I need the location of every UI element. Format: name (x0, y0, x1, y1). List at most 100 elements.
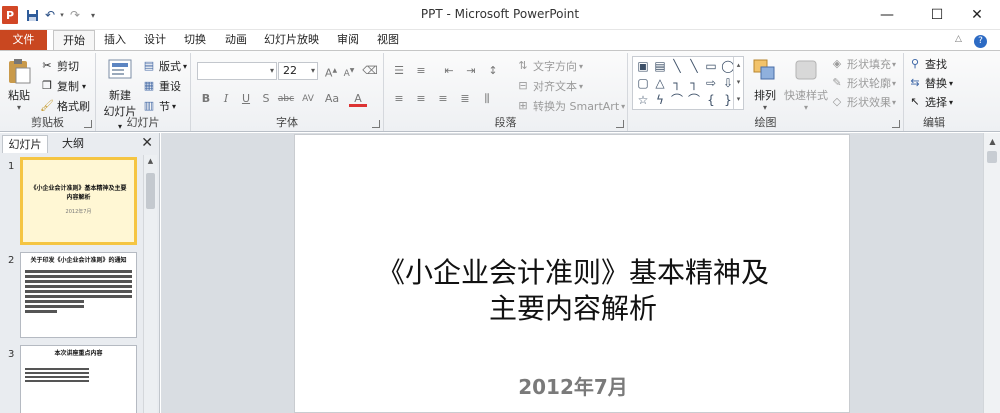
shape-fill-button[interactable]: ◈ 形状填充 ▾ (830, 56, 896, 72)
increase-indent-icon[interactable]: ⇥ (462, 63, 480, 79)
elbow-arrow-shape-icon[interactable]: ┐ (686, 75, 702, 91)
line2-shape-icon[interactable]: ╲ (686, 58, 702, 74)
find-button[interactable]: ⚲ 查找 (908, 56, 947, 72)
tab-file[interactable]: 文件 (0, 30, 47, 50)
shapes-gallery[interactable]: ▣ ▤ ╲ ╲ ▭ ◯ ▢ △ ┐ ┐ ⇨ ⇩ ☆ ϟ ⌒ ⌒ { } ▴ ▾ ▾ (632, 56, 744, 110)
scrollbar-thumb[interactable] (987, 151, 997, 163)
tab-insert[interactable]: 插入 (95, 30, 135, 50)
numbering-icon[interactable]: ≡ (412, 63, 430, 79)
line-shape-icon[interactable]: ╲ (669, 58, 685, 74)
ribbon-tabs: 文件 开始 插入 设计 切换 动画 幻灯片放映 审阅 视图 △ ? (0, 30, 1000, 51)
paste-button[interactable]: 粘贴 ▾ (3, 57, 35, 112)
shape-effects-button[interactable]: ◇ 形状效果 ▾ (830, 94, 896, 110)
shapes-gallery-scroll[interactable]: ▴ ▾ ▾ (733, 57, 743, 109)
slide-thumbnail-3[interactable]: 本次讲座重点内容 (20, 345, 137, 413)
slide-subtitle[interactable]: 2012年7月 (295, 371, 851, 400)
tab-transitions[interactable]: 切换 (175, 30, 215, 50)
tab-outline-panel[interactable]: 大纲 (50, 135, 96, 153)
scrollbar-thumb[interactable] (146, 173, 155, 209)
font-launcher-icon[interactable] (372, 120, 380, 128)
align-text-button[interactable]: ⊟ 对齐文本 ▾ (516, 78, 583, 94)
italic-button[interactable]: I (217, 91, 235, 107)
help-icon[interactable]: ? (965, 30, 996, 50)
star-shape-icon[interactable]: ☆ (635, 92, 651, 108)
shrink-font-icon[interactable]: A▼ (340, 63, 358, 79)
arrange-button[interactable]: 排列 ▾ (748, 57, 782, 112)
drawing-group: ▣ ▤ ╲ ╲ ▭ ◯ ▢ △ ┐ ┐ ⇨ ⇩ ☆ ϟ ⌒ ⌒ { } ▴ ▾ ▾ … (628, 53, 904, 131)
align-left-icon[interactable]: ≡ (390, 91, 408, 107)
layout-button[interactable]: ▤ 版式 ▾ (142, 58, 187, 74)
vertical-textbox-shape-icon[interactable]: ▤ (652, 58, 668, 74)
clipboard-launcher-icon[interactable] (84, 120, 92, 128)
section-button[interactable]: ▥ 节 ▾ (142, 98, 176, 114)
lightning-shape-icon[interactable]: ϟ (652, 92, 668, 108)
slide-number: 2 (8, 255, 15, 266)
current-slide[interactable]: 《小企业会计准则》基本精神及 主要内容解析 2012年7月 (294, 134, 850, 413)
bold-button[interactable]: B (197, 91, 215, 107)
text-direction-button[interactable]: ⇅ 文字方向 ▾ (516, 58, 583, 74)
undo-dropdown-icon[interactable]: ▾ (58, 6, 66, 24)
reset-button[interactable]: ▦ 重设 (142, 78, 181, 94)
close-panel-icon[interactable]: ✕ (141, 135, 153, 151)
character-spacing-button[interactable]: AV (299, 91, 317, 107)
editor-vertical-scrollbar[interactable]: ▲ (983, 133, 1000, 413)
tab-view[interactable]: 视图 (368, 30, 408, 50)
scroll-up-icon[interactable]: ▲ (146, 157, 155, 167)
justify-icon[interactable]: ≣ (456, 91, 474, 107)
font-color-button[interactable]: A (349, 91, 367, 107)
customize-quick-access-icon[interactable]: ▾ (88, 6, 98, 24)
slides-panel-scrollbar[interactable]: ▲ (143, 155, 157, 413)
font-name-input[interactable]: ▾ (197, 62, 277, 80)
tab-review[interactable]: 审阅 (328, 30, 368, 50)
convert-smartart-button[interactable]: ⊞ 转换为 SmartArt ▾ (516, 98, 625, 114)
font-group: ▾ 22 ▾ A▲ A▼ ⌫ B I U S abc AV Aa A 字体 (191, 53, 384, 131)
grow-font-icon[interactable]: A▲ (322, 63, 340, 80)
left-brace-shape-icon[interactable]: { (703, 92, 719, 108)
tab-home[interactable]: 开始 (53, 30, 95, 51)
tab-slideshow[interactable]: 幻灯片放映 (255, 30, 328, 50)
replace-button[interactable]: ⇆ 替换 ▾ (908, 75, 953, 91)
paragraph-launcher-icon[interactable] (616, 120, 624, 128)
select-button[interactable]: ↖ 选择 ▾ (908, 94, 953, 110)
save-icon[interactable] (24, 6, 40, 24)
slide-thumbnail-2[interactable]: 关于印发《小企业会计准则》的通知 (20, 252, 137, 338)
font-size-input[interactable]: 22 ▾ (278, 62, 318, 80)
tab-slides-panel[interactable]: 幻灯片 (2, 135, 48, 153)
curve-shape-icon[interactable]: ⌒ (686, 92, 702, 108)
line-spacing-icon[interactable]: ↕ (484, 63, 502, 79)
triangle-shape-icon[interactable]: △ (652, 75, 668, 91)
bullets-icon[interactable]: ☰ (390, 63, 408, 79)
align-center-icon[interactable]: ≡ (412, 91, 430, 107)
cut-button[interactable]: ✂ 剪切 (40, 58, 79, 74)
close-button[interactable]: ✕ (954, 0, 1000, 29)
tab-design[interactable]: 设计 (135, 30, 175, 50)
arc-shape-icon[interactable]: ⌒ (669, 92, 685, 108)
redo-icon[interactable]: ↷ (68, 6, 82, 24)
textbox-shape-icon[interactable]: ▣ (635, 58, 651, 74)
drawing-launcher-icon[interactable] (892, 120, 900, 128)
clear-formatting-icon[interactable]: ⌫ (361, 63, 379, 79)
right-arrow-shape-icon[interactable]: ⇨ (703, 75, 719, 91)
shape-outline-button[interactable]: ✎ 形状轮廓 ▾ (830, 75, 896, 91)
powerpoint-app-icon[interactable]: P (2, 6, 18, 24)
slide-title-line-2: 主要内容解析 (488, 292, 657, 325)
format-painter-button[interactable]: 🖌 格式刷 (40, 98, 90, 114)
tab-animations[interactable]: 动画 (216, 30, 256, 50)
shadow-button[interactable]: S (257, 91, 275, 107)
slide-title[interactable]: 《小企业会计准则》基本精神及 主要内容解析 (295, 255, 851, 327)
elbow-connector-shape-icon[interactable]: ┐ (669, 75, 685, 91)
align-right-icon[interactable]: ≡ (434, 91, 452, 107)
minimize-button[interactable]: — (864, 0, 910, 29)
slide-thumbnail-1[interactable]: 《小企业会计准则》基本精神及主要内容解析 2012年7月 (20, 157, 137, 245)
underline-button[interactable]: U (237, 91, 255, 107)
copy-button[interactable]: ❐ 复制 ▾ (40, 78, 86, 94)
columns-icon[interactable]: ⫼ (478, 91, 496, 107)
rounded-rect-shape-icon[interactable]: ▢ (635, 75, 651, 91)
scroll-up-icon[interactable]: ▲ (988, 137, 997, 146)
quick-styles-button[interactable]: 快速样式 ▾ (784, 57, 828, 112)
rectangle-shape-icon[interactable]: ▭ (703, 58, 719, 74)
change-case-button[interactable]: Aa (323, 91, 341, 107)
undo-icon[interactable]: ↶ (42, 6, 58, 24)
decrease-indent-icon[interactable]: ⇤ (440, 63, 458, 79)
strikethrough-button[interactable]: abc (277, 91, 295, 107)
